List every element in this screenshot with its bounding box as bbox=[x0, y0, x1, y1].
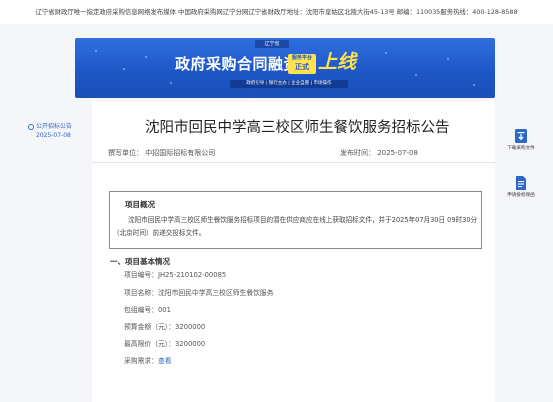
info-row-max-price: 最高限价（元）：3200000 bbox=[124, 340, 206, 348]
project-overview-box: 项目概况 沈阳市回民中学高三校区师生餐饮服务招标项目的潜在供应商应在线上获取招标… bbox=[109, 191, 482, 249]
info-row-budget: 预算金额（元）：3200000 bbox=[124, 323, 206, 331]
banner-badge-bottom: 正式 bbox=[295, 63, 309, 71]
banner-badge-top: 服务平台 bbox=[291, 55, 312, 61]
apply-guarantee-label: 申请投标保函 bbox=[507, 193, 535, 198]
banner-subtitle: 政府引导 | 银行主办 | 企业自愿 | 市场操作 bbox=[230, 80, 348, 88]
banner-province-tag: 辽宁省 bbox=[255, 40, 289, 48]
banner-title: 政府采购合同融资 bbox=[175, 55, 300, 73]
overview-heading: 项目概况 bbox=[125, 200, 155, 209]
timeline-dot-icon bbox=[28, 124, 34, 130]
sidebar-category-label: 公开招标公告 bbox=[36, 123, 73, 130]
author-unit: 撰写单位： 中招国际招标有限公司 bbox=[108, 149, 216, 157]
banner-badge: 服务平台 正式 bbox=[288, 54, 316, 74]
page-title: 沈阳市回民中学高三校区师生餐饮服务招标公告 bbox=[145, 120, 450, 136]
apply-guarantee-icon bbox=[516, 176, 526, 190]
top-info-text: 辽宁省财政厅唯一指定政府采购信息网络发布媒体 中国政府采购网辽宁分网辽宁省财政厅… bbox=[35, 8, 518, 16]
requirements-label: 采购需求： bbox=[124, 357, 158, 365]
info-row-requirements: 采购需求：查看 bbox=[124, 356, 172, 366]
sidebar-category[interactable]: 公开招标公告 2025-07-08 bbox=[28, 122, 88, 140]
info-row-project-number: 项目编号：JH25-210102-00085 bbox=[124, 271, 227, 279]
download-document-icon bbox=[515, 129, 527, 143]
info-row-package-number: 包组编号：001 bbox=[124, 306, 171, 314]
publish-time: 发布时间： 2025-07-08 bbox=[340, 149, 418, 157]
basic-info-heading: 一、项目基本情况 bbox=[110, 257, 170, 266]
financing-banner[interactable]: 辽宁省 政府采购合同融资 服务平台 正式 上线 政府引导 | 银行主办 | 企业… bbox=[75, 38, 495, 98]
download-document-label: 下载采购文件 bbox=[507, 146, 535, 151]
title-divider bbox=[92, 162, 495, 163]
download-document-tool[interactable]: 下载采购文件 bbox=[496, 128, 546, 152]
info-row-project-name: 项目名称：沈阳市回民中学高三校区师生餐饮服务 bbox=[124, 289, 274, 297]
top-info-bar: 辽宁省财政厅唯一指定政府采购信息网络发布媒体 中国政府采购网辽宁分网辽宁省财政厅… bbox=[0, 0, 553, 24]
apply-guarantee-tool[interactable]: 申请投标保函 bbox=[496, 175, 546, 199]
banner-online: 上线 bbox=[318, 51, 357, 73]
sidebar-category-date: 2025-07-08 bbox=[36, 132, 71, 139]
overview-text: 沈阳市回民中学高三校区师生餐饮服务招标项目的潜在供应商应在线上获取招标文件，并于… bbox=[113, 216, 478, 237]
view-requirements-link[interactable]: 查看 bbox=[158, 357, 172, 365]
